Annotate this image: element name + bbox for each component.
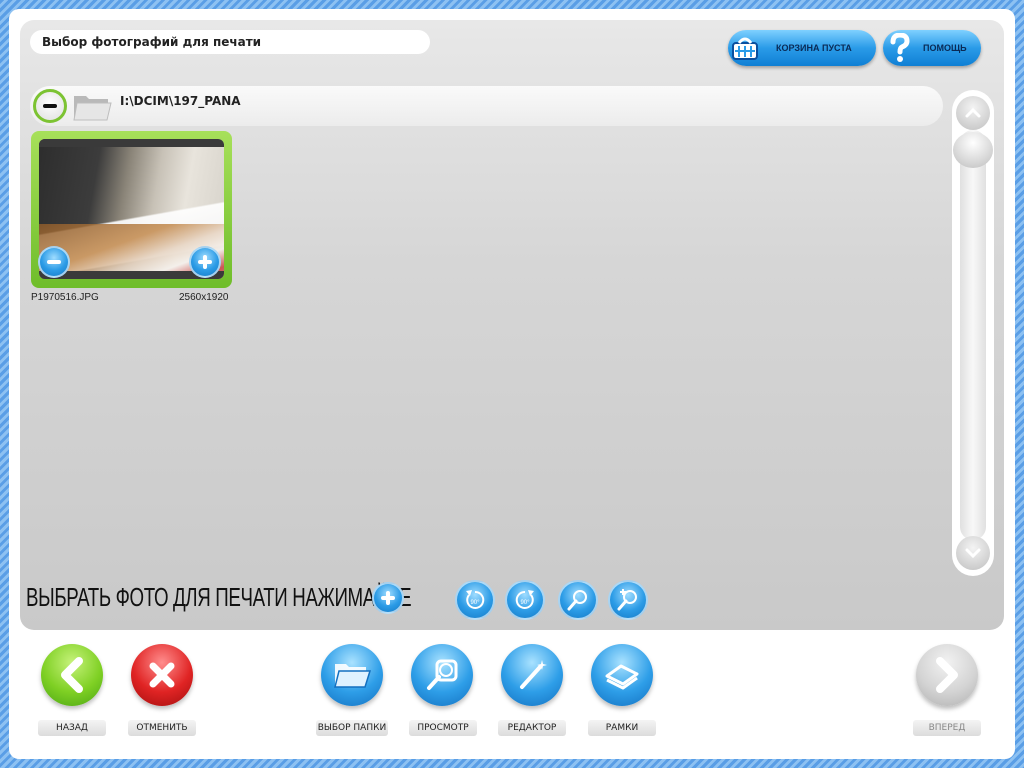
folder-path: I:\DCIM\197_PANA [120, 94, 241, 108]
frames-label: РАМКИ [588, 720, 656, 736]
rotate-left-button[interactable]: 90° [455, 580, 495, 620]
photo-resolution: 2560x1920 [179, 292, 229, 303]
editor-label: РЕДАКТОР [498, 720, 566, 736]
cart-label: КОРЗИНА ПУСТА [776, 43, 852, 53]
forward-button[interactable] [916, 644, 978, 706]
cart-button[interactable]: КОРЗИНА ПУСТА [728, 30, 876, 66]
zoom-in-button[interactable] [608, 580, 648, 620]
back-button[interactable] [41, 644, 103, 706]
frames-button[interactable] [591, 644, 653, 706]
help-button[interactable]: ПОМОЩЬ [883, 30, 981, 66]
magnifier-icon [427, 659, 458, 690]
preview-button[interactable] [411, 644, 473, 706]
collapse-folder-button[interactable] [33, 89, 67, 123]
editor-button[interactable] [501, 644, 563, 706]
basket-icon [728, 31, 762, 65]
minus-icon [43, 104, 57, 108]
page-title: Выбор фотографий для печати [30, 30, 430, 54]
svg-text:90°: 90° [520, 600, 530, 606]
photo-filename: P1970516.JPG [31, 292, 99, 303]
select-hint-text: ВЫБРАТЬ ФОТО ДЛЯ ПЕЧАТИ НАЖИМАЙТЕ [26, 582, 412, 612]
close-icon [149, 662, 175, 688]
zoom-in-icon [608, 580, 648, 620]
select-folder-label: ВЫБОР ПАПКИ [316, 720, 388, 736]
select-plus-icon [372, 582, 404, 614]
chevron-down-icon [965, 548, 981, 559]
preview-label: ПРОСМОТР [409, 720, 477, 736]
folder-open-icon [334, 664, 372, 688]
scrollbar-thumb[interactable] [953, 132, 993, 168]
plus-icon [198, 255, 212, 269]
chevron-up-icon [965, 107, 981, 118]
folder-icon [72, 90, 112, 127]
zoom-out-icon [558, 580, 598, 620]
add-photo-button[interactable] [189, 246, 221, 278]
svg-text:90°: 90° [470, 600, 480, 606]
scrollbar-track [960, 130, 986, 540]
arrow-right-icon [936, 657, 958, 693]
help-label: ПОМОЩЬ [923, 43, 967, 53]
back-label: НАЗАД [38, 720, 106, 736]
zoom-out-button[interactable] [558, 580, 598, 620]
magic-wand-icon [520, 660, 547, 689]
arrow-left-icon [61, 657, 83, 693]
remove-photo-button[interactable] [38, 246, 70, 278]
cancel-label: ОТМЕНИТЬ [128, 720, 196, 736]
minus-icon [47, 260, 61, 264]
rotate-right-button[interactable]: 90° [505, 580, 545, 620]
frames-icon [605, 664, 639, 690]
question-icon [883, 31, 917, 65]
rotate-left-icon: 90° [455, 580, 495, 620]
select-folder-button[interactable] [321, 644, 383, 706]
rotate-right-icon: 90° [505, 580, 545, 620]
scroll-up-button[interactable] [956, 96, 990, 130]
scroll-down-button[interactable] [956, 536, 990, 570]
forward-label: ВПЕРЕД [913, 720, 981, 736]
cancel-button[interactable] [131, 644, 193, 706]
